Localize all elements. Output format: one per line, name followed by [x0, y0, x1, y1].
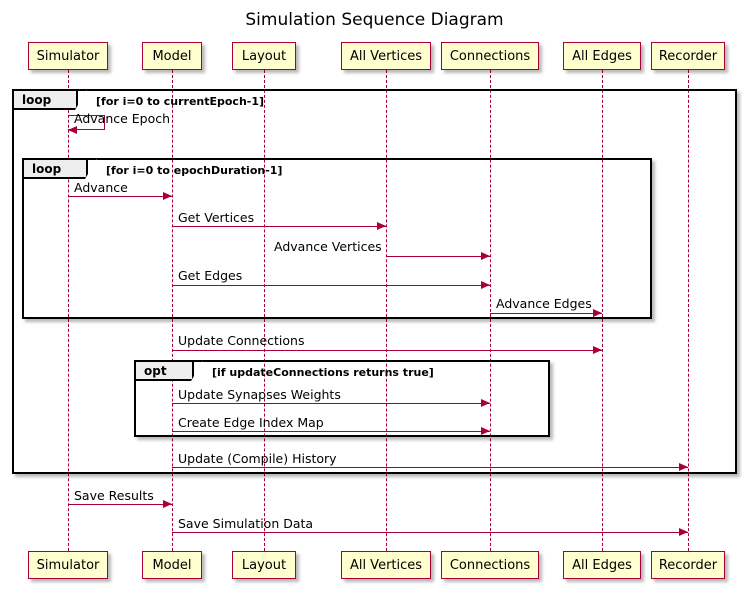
- participant-layout-bottom: Layout: [232, 551, 296, 579]
- message-line-save-simulation-data: [172, 532, 688, 533]
- participant-model-top: Model: [142, 42, 202, 70]
- message-line-update-synapses-weights: [172, 403, 490, 404]
- frame-condition-inner-loop: [for i=0 to epochDuration-1]: [106, 164, 283, 177]
- participant-connections-bottom: Connections: [441, 551, 539, 579]
- participant-label: Connections: [449, 557, 531, 573]
- message-arrowhead-get-edges: [481, 281, 490, 289]
- message-line-get-vertices: [172, 226, 386, 227]
- participant-allvertices-top: All Vertices: [341, 42, 431, 70]
- message-arrowhead-advance-epoch: [68, 125, 77, 134]
- message-arrowhead-get-vertices: [377, 222, 386, 230]
- frame-label-inner-loop: loop: [24, 159, 97, 179]
- participant-simulator-bottom: Simulator: [28, 551, 108, 579]
- participant-recorder-top: Recorder: [651, 42, 725, 70]
- message-label-get-vertices: Get Vertices: [178, 210, 255, 225]
- message-label-save-simulation-data: Save Simulation Data: [178, 516, 314, 531]
- frame-label-opt-update-connections: opt: [136, 361, 203, 381]
- participant-label: Connections: [449, 48, 531, 64]
- frame-label-outer-loop: loop: [14, 90, 87, 110]
- participant-model-bottom: Model: [142, 551, 202, 579]
- message-label-save-results: Save Results: [74, 488, 154, 503]
- message-line-advance: [68, 196, 172, 197]
- page-title: Simulation Sequence Diagram: [245, 10, 504, 30]
- message-label-get-edges: Get Edges: [178, 268, 243, 283]
- message-line-update-compile-history: [172, 467, 688, 468]
- participant-label: All Vertices: [349, 557, 423, 573]
- message-label-advance-edges: Advance Edges: [496, 296, 592, 311]
- participant-label: Recorder: [658, 557, 718, 573]
- participant-label: Layout: [241, 557, 287, 573]
- participant-alledges-bottom: All Edges: [563, 551, 641, 579]
- participant-label: Simulator: [36, 557, 100, 573]
- message-arrowhead-update-connections: [593, 346, 602, 354]
- participant-simulator-top: Simulator: [28, 42, 108, 70]
- message-line-update-connections: [172, 350, 602, 351]
- message-label-update-compile-history: Update (Compile) History: [178, 451, 337, 466]
- participant-allvertices-bottom: All Vertices: [341, 551, 431, 579]
- message-line-save-results: [68, 504, 172, 505]
- participant-label: All Edges: [572, 557, 632, 573]
- message-line-get-edges: [172, 285, 490, 286]
- frame-condition-outer-loop: [for i=0 to currentEpoch-1]: [96, 95, 265, 108]
- message-label-advance: Advance: [74, 180, 128, 195]
- frame-condition-opt-update-connections: [if updateConnections returns true]: [212, 366, 434, 379]
- participant-recorder-bottom: Recorder: [651, 551, 725, 579]
- message-label-advance-epoch: Advance Epoch: [74, 111, 171, 126]
- message-arrowhead-update-compile-history: [679, 463, 688, 471]
- participant-connections-top: Connections: [441, 42, 539, 70]
- message-label-advance-vertices: Advance Vertices: [274, 239, 382, 254]
- sequence-diagram-canvas: Simulation Sequence Diagram loop [for i=0…: [0, 0, 749, 593]
- frame-kind-label: loop: [32, 161, 62, 176]
- participant-label: Model: [152, 48, 192, 64]
- message-arrowhead-advance-edges: [593, 309, 602, 317]
- participant-label: Layout: [241, 48, 287, 64]
- participant-label: Recorder: [658, 48, 718, 64]
- message-label-update-synapses-weights: Update Synapses Weights: [178, 387, 341, 402]
- participant-label: All Edges: [572, 48, 632, 64]
- message-line-advance-vertices: [386, 256, 490, 257]
- message-arrowhead-update-synapses-weights: [481, 399, 490, 407]
- frame-kind-label: opt: [144, 363, 167, 378]
- message-label-create-edge-index-map: Create Edge Index Map: [178, 415, 324, 430]
- participant-label: All Vertices: [349, 48, 423, 64]
- participant-label: Simulator: [36, 48, 100, 64]
- message-label-update-connections: Update Connections: [178, 333, 305, 348]
- message-arrowhead-advance-vertices: [481, 252, 490, 260]
- frame-kind-label: loop: [22, 92, 52, 107]
- message-arrowhead-create-edge-index-map: [481, 427, 490, 435]
- message-arrowhead-save-results: [163, 500, 172, 508]
- participant-alledges-top: All Edges: [563, 42, 641, 70]
- message-arrowhead-advance: [163, 192, 172, 200]
- message-arrowhead-save-simulation-data: [679, 528, 688, 536]
- message-line-advance-edges: [490, 313, 602, 314]
- participant-label: Model: [152, 557, 192, 573]
- participant-layout-top: Layout: [232, 42, 296, 70]
- message-line-create-edge-index-map: [172, 431, 490, 432]
